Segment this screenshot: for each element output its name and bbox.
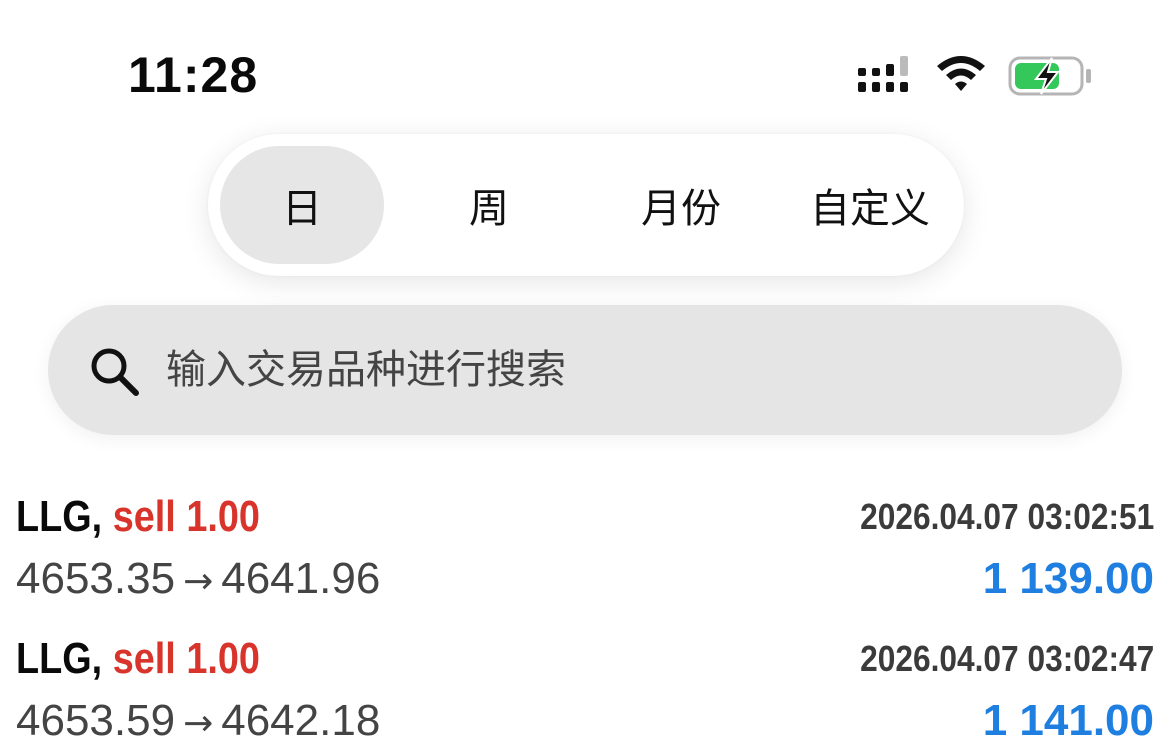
trade-symbol-line: LLG, sell 1.00 [16, 492, 260, 542]
trade-side: sell 1.00 [112, 492, 260, 541]
search-icon [91, 348, 139, 396]
arrow-right-icon: → [183, 703, 214, 744]
tab-custom[interactable]: 自定义 [786, 146, 954, 264]
cellular-signal-icon [858, 56, 908, 92]
tab-month[interactable]: 月份 [596, 146, 766, 264]
open-price: 4653.35 [16, 554, 176, 603]
trade-time: 2026.04.07 03:02:47 [859, 638, 1154, 679]
period-segmented-control: 日 周 月份 自定义 [208, 134, 964, 276]
trade-price-line: 4653.59 → 4642.18 [16, 696, 380, 746]
close-price: 4641.96 [221, 554, 381, 603]
search-input[interactable] [166, 305, 1086, 435]
search-bar[interactable] [48, 305, 1122, 435]
trade-row[interactable]: LLG, sell 1.00 2026.04.07 03:02:51 4653.… [0, 470, 1170, 612]
trade-time: 2026.04.07 03:02:51 [859, 496, 1154, 537]
trade-side: sell 1.00 [112, 634, 260, 683]
trade-row[interactable]: LLG, sell 1.00 2026.04.07 03:02:47 4653.… [0, 612, 1170, 754]
trade-symbol: LLG, [16, 492, 103, 541]
trade-price-line: 4653.35 → 4641.96 [16, 554, 380, 604]
close-price: 4642.18 [221, 696, 381, 745]
trade-symbol-line: LLG, sell 1.00 [16, 634, 260, 684]
trade-history-list: LLG, sell 1.00 2026.04.07 03:02:51 4653.… [0, 470, 1170, 754]
battery-charging-icon [1008, 56, 1091, 96]
status-time: 11:28 [128, 47, 259, 103]
status-bar: 11:28 [0, 0, 1170, 130]
open-price: 4653.59 [16, 696, 176, 745]
trade-profit: 1 139.00 [982, 554, 1154, 603]
tab-day[interactable]: 日 [220, 146, 384, 264]
wifi-icon [937, 56, 985, 91]
trade-symbol: LLG, [16, 634, 103, 683]
trade-profit: 1 141.00 [982, 696, 1154, 745]
arrow-right-icon: → [183, 561, 214, 602]
tab-week[interactable]: 周 [408, 146, 570, 264]
